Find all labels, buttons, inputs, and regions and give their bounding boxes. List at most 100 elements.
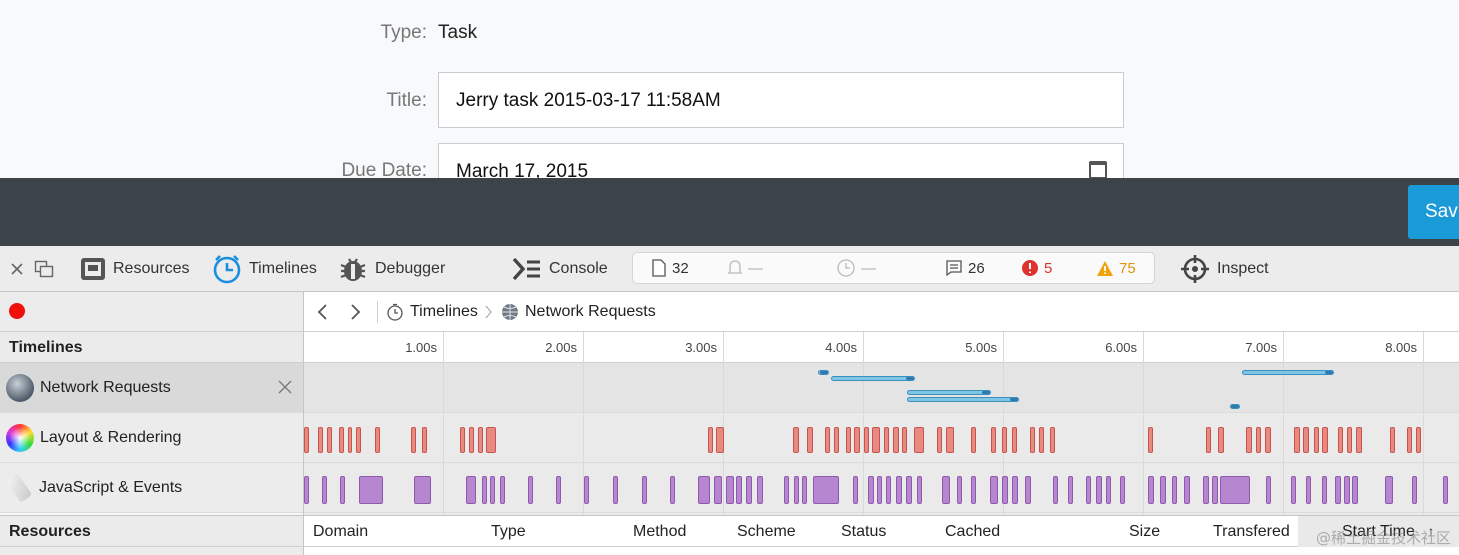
script-event-bar[interactable] bbox=[957, 476, 962, 504]
script-event-bar[interactable] bbox=[490, 476, 495, 504]
script-event-bar[interactable] bbox=[1148, 476, 1154, 504]
breadcrumb-timelines[interactable]: Timelines bbox=[386, 292, 478, 331]
script-event-bar[interactable] bbox=[1306, 476, 1311, 504]
layout-event-bar[interactable] bbox=[884, 427, 889, 453]
script-event-bar[interactable] bbox=[1184, 476, 1190, 504]
layout-event-bar[interactable] bbox=[834, 427, 839, 453]
script-event-bar[interactable] bbox=[802, 476, 807, 504]
load-time-status[interactable]: — bbox=[836, 253, 876, 283]
column-header-size[interactable]: Size bbox=[1129, 516, 1160, 547]
script-event-bar[interactable] bbox=[1012, 476, 1018, 504]
script-event-bar[interactable] bbox=[971, 476, 976, 504]
layout-event-bar[interactable] bbox=[304, 427, 309, 453]
layout-event-bar[interactable] bbox=[854, 427, 860, 453]
script-event-bar[interactable] bbox=[359, 476, 383, 504]
layout-event-bar[interactable] bbox=[1347, 427, 1352, 453]
network-request-bar[interactable] bbox=[1230, 404, 1240, 409]
script-event-bar[interactable] bbox=[322, 476, 327, 504]
column-header-domain[interactable]: Domain bbox=[313, 516, 368, 547]
network-request-bar[interactable] bbox=[818, 370, 829, 375]
layout-event-bar[interactable] bbox=[1303, 427, 1309, 453]
script-event-bar[interactable] bbox=[853, 476, 858, 504]
script-event-bar[interactable] bbox=[340, 476, 345, 504]
script-event-bar[interactable] bbox=[1160, 476, 1166, 504]
track-javascript-events[interactable]: JavaScript & Events bbox=[0, 463, 303, 513]
layout-event-bar[interactable] bbox=[1390, 427, 1395, 453]
script-event-bar[interactable] bbox=[1172, 476, 1177, 504]
script-event-bar[interactable] bbox=[1322, 476, 1327, 504]
network-request-bar[interactable] bbox=[907, 390, 991, 395]
layout-event-bar[interactable] bbox=[356, 427, 361, 453]
script-event-bar[interactable] bbox=[868, 476, 874, 504]
column-header-scheme[interactable]: Scheme bbox=[737, 516, 796, 547]
tab-debugger[interactable]: Debugger bbox=[338, 246, 445, 292]
layout-event-bar[interactable] bbox=[825, 427, 830, 453]
script-event-bar[interactable] bbox=[813, 476, 839, 504]
close-icon[interactable] bbox=[10, 246, 31, 292]
script-event-bar[interactable] bbox=[746, 476, 752, 504]
layout-event-bar[interactable] bbox=[716, 427, 724, 453]
script-event-bar[interactable] bbox=[1203, 476, 1209, 504]
layout-event-bar[interactable] bbox=[902, 427, 907, 453]
inspect-button[interactable]: Inspect bbox=[1180, 246, 1269, 292]
script-event-bar[interactable] bbox=[1291, 476, 1296, 504]
column-header-method[interactable]: Method bbox=[633, 516, 686, 547]
layout-event-bar[interactable] bbox=[348, 427, 352, 453]
script-event-bar[interactable] bbox=[1412, 476, 1417, 504]
column-header-cached[interactable]: Cached bbox=[945, 516, 1000, 547]
script-event-bar[interactable] bbox=[1096, 476, 1102, 504]
layout-event-bar[interactable] bbox=[1148, 427, 1153, 453]
layout-event-bar[interactable] bbox=[793, 427, 799, 453]
layout-event-bar[interactable] bbox=[1218, 427, 1224, 453]
script-event-bar[interactable] bbox=[670, 476, 675, 504]
layout-event-bar[interactable] bbox=[1322, 427, 1328, 453]
layout-event-bar[interactable] bbox=[1265, 427, 1271, 453]
layout-event-bar[interactable] bbox=[872, 427, 880, 453]
layout-event-bar[interactable] bbox=[1206, 427, 1211, 453]
close-track-icon[interactable] bbox=[277, 379, 293, 400]
script-event-bar[interactable] bbox=[726, 476, 734, 504]
layout-event-bar[interactable] bbox=[1050, 427, 1055, 453]
timeline-tracks[interactable] bbox=[303, 363, 1459, 515]
layout-event-bar[interactable] bbox=[1407, 427, 1412, 453]
column-header-status[interactable]: Status bbox=[841, 516, 886, 547]
script-event-bar[interactable] bbox=[917, 476, 922, 504]
script-event-bar[interactable] bbox=[784, 476, 789, 504]
due-date-input[interactable]: March 17, 2015 bbox=[438, 143, 1124, 178]
time-ruler[interactable]: 1.00s 2.00s 3.00s 4.00s 5.00s 6.00s 7.00s 8.00s bbox=[303, 332, 1459, 363]
script-event-bar[interactable] bbox=[528, 476, 533, 504]
layout-event-bar[interactable] bbox=[914, 427, 924, 453]
title-input[interactable]: Jerry task 2015-03-17 11:58AM bbox=[438, 72, 1124, 128]
script-event-bar[interactable] bbox=[1344, 476, 1350, 504]
script-event-bar[interactable] bbox=[877, 476, 882, 504]
error-count[interactable]: 5 bbox=[1021, 253, 1052, 283]
network-request-bar[interactable] bbox=[831, 376, 915, 381]
layout-event-bar[interactable] bbox=[864, 427, 869, 453]
column-header-transfered[interactable]: Transfered bbox=[1213, 516, 1290, 547]
script-event-bar[interactable] bbox=[1086, 476, 1091, 504]
calendar-icon[interactable] bbox=[1089, 161, 1107, 178]
script-event-bar[interactable] bbox=[794, 476, 799, 504]
layout-event-bar[interactable] bbox=[991, 427, 996, 453]
tab-timelines[interactable]: Timelines bbox=[212, 246, 317, 292]
layout-event-bar[interactable] bbox=[1256, 427, 1261, 453]
script-event-bar[interactable] bbox=[757, 476, 763, 504]
track-layout-rendering[interactable]: Layout & Rendering bbox=[0, 413, 303, 463]
resource-count[interactable]: 32 bbox=[651, 253, 689, 283]
layout-event-bar[interactable] bbox=[1012, 427, 1017, 453]
script-event-bar[interactable] bbox=[942, 476, 950, 504]
layout-event-bar[interactable] bbox=[318, 427, 323, 453]
network-request-bar[interactable] bbox=[1242, 370, 1334, 375]
layout-event-bar[interactable] bbox=[893, 427, 899, 453]
script-event-bar[interactable] bbox=[1443, 476, 1448, 504]
script-event-bar[interactable] bbox=[886, 476, 891, 504]
layout-event-bar[interactable] bbox=[1030, 427, 1035, 453]
layout-event-bar[interactable] bbox=[708, 427, 713, 453]
script-event-bar[interactable] bbox=[1266, 476, 1271, 504]
script-event-bar[interactable] bbox=[990, 476, 998, 504]
warning-count[interactable]: 75 bbox=[1096, 253, 1136, 283]
layout-event-bar[interactable] bbox=[327, 427, 332, 453]
script-event-bar[interactable] bbox=[482, 476, 487, 504]
undock-icon[interactable] bbox=[34, 246, 61, 292]
script-event-bar[interactable] bbox=[556, 476, 561, 504]
